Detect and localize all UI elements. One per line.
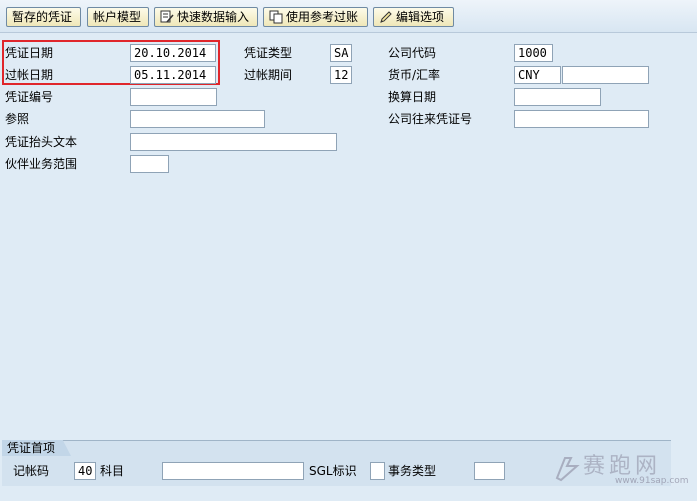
editing-options-label: 编辑选项 (396, 10, 445, 24)
first-line-item-tab: 凭证首项 (2, 440, 72, 456)
translation-date-field[interactable] (514, 88, 601, 106)
copy-pages-icon (269, 10, 283, 24)
currency-rate-label: 货币/汇率 (388, 68, 441, 82)
fast-entry-icon (160, 10, 174, 23)
sgl-indicator-field[interactable] (370, 462, 385, 480)
fast-data-entry-button[interactable]: 快速数据输入 (154, 7, 258, 27)
parked-document-button[interactable]: 暂存的凭证 (6, 7, 81, 27)
fast-data-entry-label: 快速数据输入 (177, 10, 250, 24)
transaction-type-label: 事务类型 (388, 464, 437, 478)
account-field[interactable] (162, 462, 304, 480)
posting-period-field[interactable]: 12 (330, 66, 352, 84)
transaction-type-field[interactable] (474, 462, 505, 480)
post-with-reference-label: 使用参考过账 (286, 10, 359, 24)
intercompany-doc-field[interactable] (514, 110, 649, 128)
document-date-field[interactable]: 20.10.2014 (130, 44, 216, 62)
partner-business-area-label: 伙伴业务范围 (5, 157, 78, 171)
header-text-field[interactable] (130, 133, 337, 151)
document-date-label: 凭证日期 (5, 46, 54, 60)
posting-key-field[interactable]: 40 (74, 462, 96, 480)
posting-key-label: 记帐码 (13, 464, 50, 478)
runner-logo-icon (555, 457, 580, 482)
watermark-url: www.91sap.com (615, 476, 689, 486)
company-code-label: 公司代码 (388, 46, 437, 60)
site-watermark: 赛跑网 www.91sap.com (553, 448, 693, 492)
pencil-icon (380, 11, 392, 23)
account-model-label: 帐户模型 (93, 10, 142, 24)
header-text-label: 凭证抬头文本 (5, 135, 78, 149)
account-label: 科目 (100, 464, 125, 478)
posting-period-label: 过帐期间 (244, 68, 293, 82)
currency-field[interactable]: CNY (514, 66, 561, 84)
document-type-field[interactable]: SA (330, 44, 352, 62)
translation-date-label: 换算日期 (388, 90, 437, 104)
reference-field[interactable] (130, 110, 265, 128)
account-model-button[interactable]: 帐户模型 (87, 7, 149, 27)
sgl-indicator-label: SGL标识 (309, 464, 357, 478)
intercompany-doc-label: 公司往来凭证号 (388, 112, 473, 126)
reference-label: 参照 (5, 112, 30, 126)
partner-business-area-field[interactable] (130, 155, 169, 173)
post-with-reference-button[interactable]: 使用参考过账 (263, 7, 368, 27)
document-number-label: 凭证编号 (5, 90, 54, 104)
company-code-field[interactable]: 1000 (514, 44, 553, 62)
document-type-label: 凭证类型 (244, 46, 293, 60)
document-number-field[interactable] (130, 88, 217, 106)
application-toolbar: 暂存的凭证 帐户模型 快速数据输入 使用参考过账 编辑选项 (0, 0, 697, 33)
exchange-rate-field[interactable] (562, 66, 649, 84)
posting-date-label: 过帐日期 (5, 68, 54, 82)
editing-options-button[interactable]: 编辑选项 (373, 7, 454, 27)
posting-date-field[interactable]: 05.11.2014 (130, 66, 216, 84)
parked-document-label: 暂存的凭证 (12, 10, 73, 24)
